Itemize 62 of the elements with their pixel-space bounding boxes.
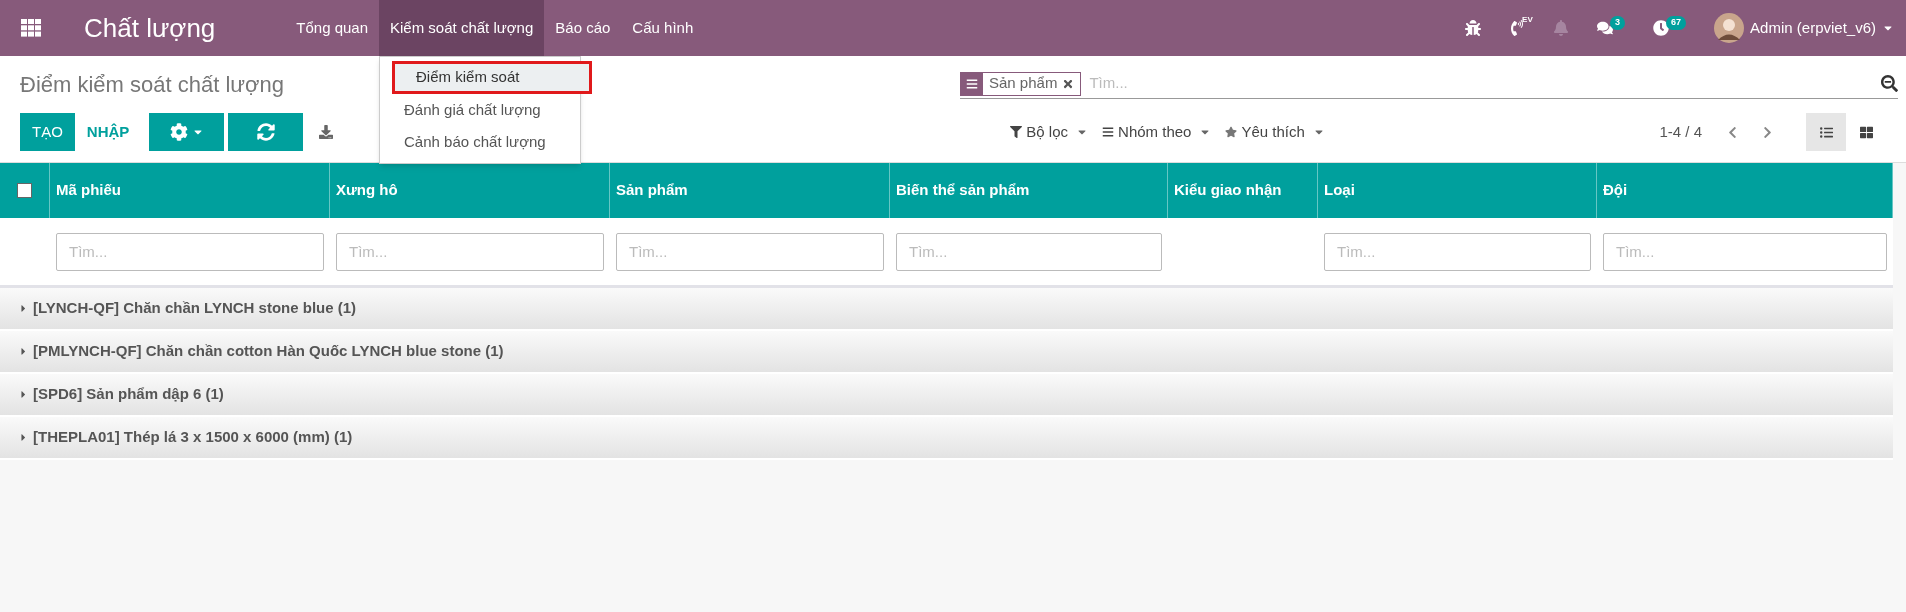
nav-menu-item[interactable]: Kiểm soát chất lượng bbox=[379, 0, 545, 56]
column-header[interactable]: Đội bbox=[1603, 179, 1628, 202]
refresh-button[interactable] bbox=[228, 113, 304, 151]
group-label: [PMLYNCH-QF] Chăn chần cotton Hàn Quốc LYNCH blue stone (1) bbox=[33, 341, 504, 362]
action-button[interactable] bbox=[149, 113, 225, 151]
list-view-button[interactable] bbox=[1806, 113, 1846, 151]
activity-count-badge: 67 bbox=[1666, 16, 1687, 30]
next-icon[interactable] bbox=[1761, 125, 1774, 139]
app-title: Chất lượng bbox=[84, 11, 216, 45]
gear-icon bbox=[169, 123, 188, 141]
list-icon bbox=[1102, 126, 1115, 138]
column-filter-field[interactable]: Tìm... bbox=[1603, 232, 1887, 271]
column-header[interactable]: Kiểu giao nhận bbox=[1174, 179, 1282, 202]
nav-menu-item[interactable]: Cấu hình bbox=[621, 0, 705, 56]
nav-menu-item[interactable]: Tổng quan bbox=[285, 0, 380, 56]
chat-count-badge: 3 bbox=[1610, 16, 1626, 30]
grid-icon bbox=[1859, 125, 1873, 139]
column-filter-field[interactable]: Tìm... bbox=[1324, 232, 1591, 271]
filter-icon bbox=[1010, 126, 1023, 138]
facet-label: Sản phẩm bbox=[989, 73, 1058, 94]
column-header[interactable]: Xưng hô bbox=[336, 179, 398, 202]
user-menu[interactable]: Admin (erpviet_v6) bbox=[1714, 13, 1894, 43]
search-facet[interactable]: Sản phẩm bbox=[960, 71, 1082, 96]
dropdown-item[interactable]: Cảnh báo chất lượng bbox=[380, 126, 581, 159]
refresh-icon bbox=[256, 123, 275, 141]
search-icon[interactable] bbox=[1881, 75, 1898, 92]
column-header[interactable]: Sản phẩm bbox=[616, 179, 688, 202]
column-filter-field[interactable]: Tìm... bbox=[56, 232, 324, 271]
create-button[interactable]: TẠO bbox=[20, 113, 75, 151]
star-icon bbox=[1225, 126, 1238, 138]
apps-menu-icon[interactable] bbox=[21, 19, 41, 37]
import-button[interactable]: NHẬP bbox=[74, 113, 142, 151]
dropdown-item[interactable]: Đánh giá chất lượng bbox=[380, 93, 581, 126]
column-header[interactable]: Loại bbox=[1324, 179, 1355, 202]
dropdown-item[interactable]: Điểm kiểm soát bbox=[392, 61, 593, 94]
column-header[interactable]: Mã phiếu bbox=[56, 179, 121, 202]
remove-icon[interactable] bbox=[1062, 77, 1075, 90]
search-options-toggle[interactable]: Yêu thích bbox=[1225, 120, 1325, 144]
column-filter-field[interactable]: Tìm... bbox=[336, 232, 604, 271]
phone-icon[interactable] bbox=[1509, 20, 1526, 36]
search-field[interactable]: Tìm... bbox=[1081, 72, 1881, 95]
pager: 1-4 / 4 bbox=[1659, 121, 1702, 142]
breadcrumb-title: Điểm kiểm soát chất lượng bbox=[20, 70, 284, 99]
group-label: [SPD6] Sản phẩm dập 6 (1) bbox=[33, 384, 224, 405]
phone-label: EV bbox=[1522, 14, 1533, 26]
group-label: [LYNCH-QF] Chăn chần LYNCH stone blue (1) bbox=[33, 298, 357, 319]
list-icon bbox=[1819, 125, 1833, 139]
download-icon[interactable] bbox=[319, 125, 334, 139]
avatar-icon bbox=[1714, 13, 1745, 43]
column-filter-field[interactable]: Tìm... bbox=[616, 232, 884, 271]
chat-icon[interactable] bbox=[1597, 20, 1614, 36]
select-all-checkbox[interactable] bbox=[17, 183, 32, 198]
previous-icon[interactable] bbox=[1726, 125, 1739, 139]
column-header[interactable]: Biến thể sản phẩm bbox=[896, 179, 1030, 202]
clock-icon[interactable] bbox=[1653, 20, 1670, 36]
search-options-toggle[interactable]: Bộ lọc bbox=[1010, 120, 1089, 144]
bug-icon[interactable] bbox=[1465, 20, 1482, 36]
nav-menu-item[interactable]: Báo cáo bbox=[544, 0, 622, 56]
search-options-toggle[interactable]: Nhóm theo bbox=[1102, 120, 1212, 144]
group-label: [THEPLA01] Thép lá 3 x 1500 x 6000 (mm) (1) bbox=[33, 427, 353, 448]
column-filter-field[interactable]: Tìm... bbox=[896, 232, 1162, 271]
facet-icon bbox=[961, 72, 983, 95]
